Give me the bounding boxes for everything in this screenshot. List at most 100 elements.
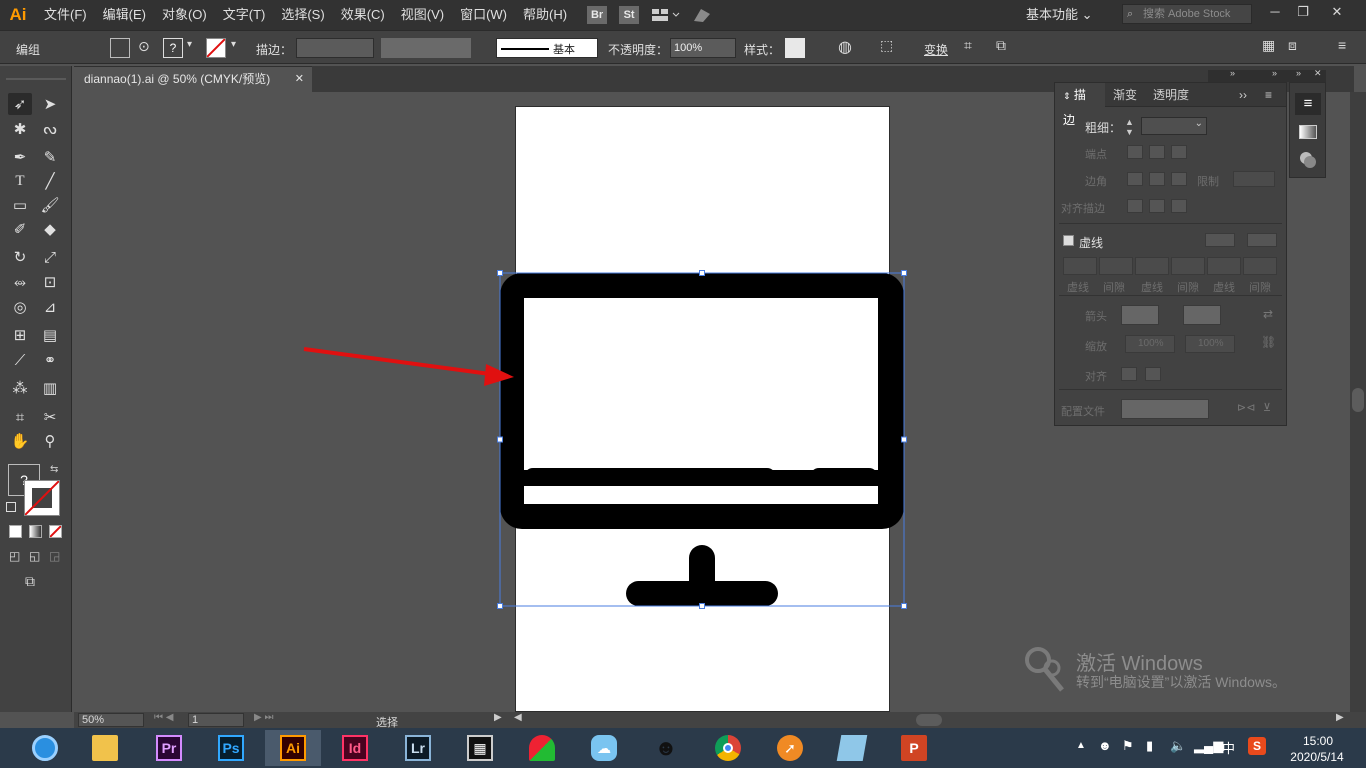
- scale-tool-icon[interactable]: ⤢: [38, 246, 62, 268]
- weight-stepper[interactable]: ▲ ▼: [1125, 117, 1137, 137]
- battery-icon[interactable]: ▮: [1146, 738, 1153, 754]
- volume-icon[interactable]: 🔈: [1170, 738, 1186, 754]
- collapse-icon[interactable]: »: [1272, 68, 1277, 78]
- taskbar-photoshop[interactable]: Ps: [203, 730, 259, 766]
- eraser-tool-icon[interactable]: ◆: [38, 218, 62, 240]
- align-outside-icon[interactable]: [1171, 199, 1187, 213]
- round-join-icon[interactable]: [1149, 172, 1165, 186]
- miter-join-icon[interactable]: [1127, 172, 1143, 186]
- taskbar-powerpoint[interactable]: P: [886, 730, 942, 766]
- tab-stroke[interactable]: ⇕ 描边: [1055, 83, 1105, 127]
- end-arrowhead-select[interactable]: [1183, 305, 1221, 325]
- taskbar-app-notebook[interactable]: [824, 730, 880, 766]
- taskbar-qq[interactable]: ☻: [638, 730, 694, 766]
- draw-behind-icon[interactable]: ◱: [29, 549, 40, 563]
- slice-tool-icon[interactable]: ✂: [38, 406, 62, 428]
- collapse-icon[interactable]: »: [1230, 68, 1235, 78]
- eyedropper-tool-icon[interactable]: ⟋: [8, 349, 32, 371]
- taskbar-indesign[interactable]: Id: [327, 730, 383, 766]
- screen-mode-icon[interactable]: ⧉: [25, 573, 35, 590]
- projecting-cap-icon[interactable]: [1171, 145, 1187, 159]
- shape-builder-tool-icon[interactable]: ◎: [8, 296, 32, 318]
- mesh-tool-icon[interactable]: ⊞: [8, 324, 32, 346]
- more-tabs-icon[interactable]: ››: [1239, 83, 1247, 107]
- start-scale-field[interactable]: 100%: [1125, 335, 1175, 353]
- align-center-icon[interactable]: [1127, 199, 1143, 213]
- limit-field[interactable]: [1233, 171, 1275, 187]
- gradient-mode-icon[interactable]: [29, 525, 42, 538]
- color-mode-icon[interactable]: [9, 525, 22, 538]
- horizontal-scroll-thumb[interactable]: [916, 714, 942, 726]
- dash-field-1[interactable]: [1063, 257, 1097, 275]
- flip-across-icon[interactable]: ⊻: [1263, 401, 1271, 414]
- round-cap-icon[interactable]: [1149, 145, 1165, 159]
- taskbar-illustrator[interactable]: Ai: [265, 730, 321, 766]
- end-scale-field[interactable]: 100%: [1185, 335, 1235, 353]
- selection-tool-icon[interactable]: ➶: [8, 93, 32, 115]
- show-hidden-icons[interactable]: ▲: [1076, 740, 1086, 751]
- profile-select[interactable]: [1121, 399, 1209, 419]
- type-tool-icon[interactable]: T: [8, 170, 32, 192]
- tools-panel-grip[interactable]: [6, 78, 66, 80]
- swap-arrowheads-icon[interactable]: ⇄: [1263, 307, 1273, 321]
- gap-field-2[interactable]: [1171, 257, 1205, 275]
- clock-time[interactable]: 15:00: [1293, 734, 1343, 748]
- qq-tray-icon[interactable]: ☻: [1098, 738, 1112, 753]
- rotate-tool-icon[interactable]: ↻: [8, 246, 32, 268]
- paintbrush-tool-icon[interactable]: 🖌: [38, 194, 62, 216]
- preserve-dash-icon[interactable]: [1205, 233, 1235, 247]
- column-graph-tool-icon[interactable]: ▥: [38, 377, 62, 399]
- stroke-panel-icon[interactable]: ≡: [1295, 93, 1321, 115]
- taskbar-lightroom[interactable]: Lr: [390, 730, 446, 766]
- vertical-scrollbar[interactable]: [1350, 92, 1366, 712]
- stroke-color-box[interactable]: [24, 480, 60, 516]
- flag-tray-icon[interactable]: ⚑: [1122, 738, 1134, 754]
- zoom-tool-icon[interactable]: ⚲: [38, 430, 62, 452]
- tab-transparency[interactable]: 透明度: [1145, 83, 1197, 107]
- lasso-tool-icon[interactable]: ᔓ: [38, 118, 62, 140]
- taskbar-video-editor[interactable]: ▦: [452, 730, 508, 766]
- arrow-tip-at-end-icon[interactable]: [1145, 367, 1161, 381]
- curvature-tool-icon[interactable]: ✎: [38, 146, 62, 168]
- sogou-ime-icon[interactable]: S: [1248, 737, 1266, 755]
- taskbar-browser-360[interactable]: [17, 730, 73, 766]
- dash-field-2[interactable]: [1135, 257, 1169, 275]
- taskbar-file-explorer[interactable]: [77, 730, 133, 766]
- symbol-sprayer-tool-icon[interactable]: ⁂: [8, 377, 32, 399]
- arrow-tip-beyond-icon[interactable]: [1121, 367, 1137, 381]
- panel-menu-icon[interactable]: ≡: [1265, 83, 1272, 107]
- draw-normal-icon[interactable]: ◰: [9, 549, 20, 563]
- flip-along-icon[interactable]: ⊳⊲: [1237, 401, 1255, 414]
- scroll-right-icon[interactable]: ▶: [1336, 712, 1344, 723]
- none-mode-icon[interactable]: [49, 525, 62, 538]
- align-dash-icon[interactable]: [1247, 233, 1277, 247]
- vertical-scroll-thumb[interactable]: [1352, 388, 1364, 412]
- taskbar-premiere[interactable]: Pr: [141, 730, 197, 766]
- gradient-panel-icon[interactable]: [1299, 125, 1317, 139]
- align-inside-icon[interactable]: [1149, 199, 1165, 213]
- butt-cap-icon[interactable]: [1127, 145, 1143, 159]
- taskbar-app-blue-cloud[interactable]: ☁: [576, 730, 632, 766]
- artboard-tool-icon[interactable]: ⌗: [8, 406, 32, 428]
- free-transform-tool-icon[interactable]: ⊡: [38, 271, 62, 293]
- zoom-select[interactable]: 50%: [78, 713, 144, 727]
- taskbar-chrome[interactable]: [700, 730, 756, 766]
- rectangle-tool-icon[interactable]: ▭: [8, 194, 32, 216]
- shaper-tool-icon[interactable]: ✐: [8, 218, 32, 240]
- transparency-panel-icon[interactable]: [1299, 151, 1317, 169]
- chevron-down-icon[interactable]: ⌄: [1195, 118, 1203, 129]
- pen-tool-icon[interactable]: ✒: [8, 146, 32, 168]
- gradient-tool-icon[interactable]: ▤: [38, 324, 62, 346]
- width-tool-icon[interactable]: ⥈: [8, 271, 32, 293]
- dash-field-3[interactable]: [1207, 257, 1241, 275]
- weight-field[interactable]: ⌄: [1141, 117, 1207, 135]
- draw-inside-icon[interactable]: ◲: [49, 549, 60, 563]
- taskbar-app-orange[interactable]: ➚: [762, 730, 818, 766]
- status-menu-icon[interactable]: ▶: [494, 712, 502, 723]
- blend-tool-icon[interactable]: ⚭: [38, 349, 62, 371]
- direct-selection-tool-icon[interactable]: ➤: [38, 93, 62, 115]
- artboard-number-select[interactable]: 1: [188, 713, 244, 727]
- gap-field-1[interactable]: [1099, 257, 1133, 275]
- collapse-icon[interactable]: »: [1296, 68, 1301, 78]
- line-tool-icon[interactable]: ╱: [38, 170, 62, 192]
